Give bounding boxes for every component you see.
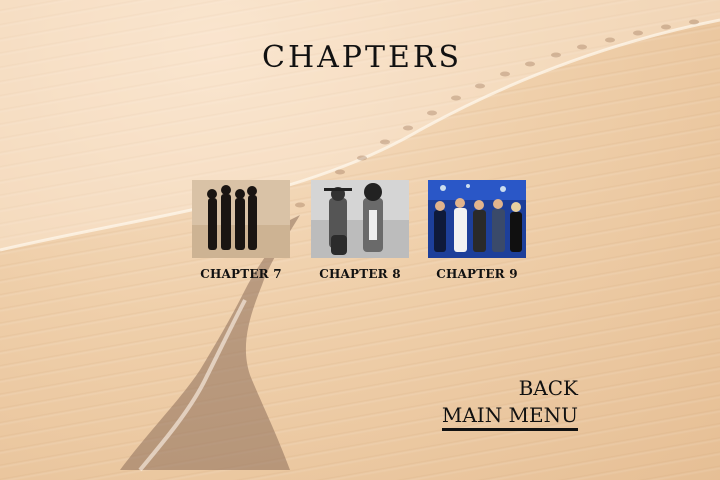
two-musicians-bw-photo-icon — [311, 180, 409, 258]
page-title: CHAPTERS — [261, 40, 462, 75]
chapter-8-button[interactable]: CHAPTER 8 — [310, 180, 410, 281]
band-in-desert-photo-icon — [192, 180, 290, 258]
chapter-label: CHAPTER 8 — [319, 267, 401, 281]
chapter-7-button[interactable]: CHAPTER 7 — [191, 180, 291, 281]
dvd-chapter-menu: CHAPTERS CHAPTER 7 CHAPTER 8 CHAPTER 9 B… — [0, 0, 720, 480]
band-on-stage-photo-icon — [428, 180, 526, 258]
back-button[interactable]: BACK — [519, 376, 578, 400]
chapter-label: CHAPTER 9 — [436, 267, 518, 281]
chapter-label: CHAPTER 7 — [200, 267, 282, 281]
main-menu-button[interactable]: MAIN MENU — [441, 403, 578, 431]
chapter-9-button[interactable]: CHAPTER 9 — [427, 180, 527, 281]
